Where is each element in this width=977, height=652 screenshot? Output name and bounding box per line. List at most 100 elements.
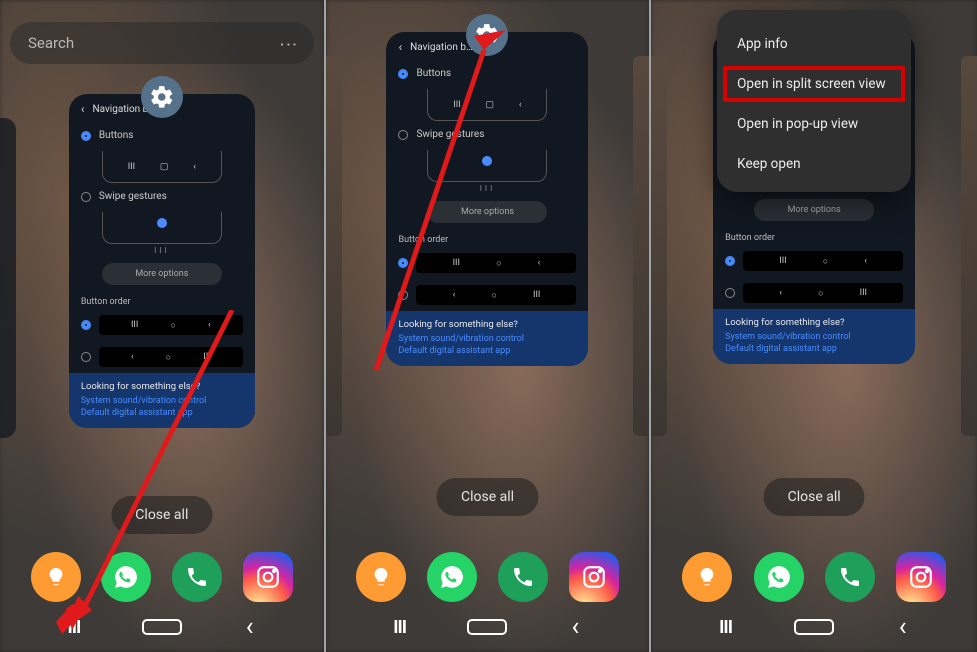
recents-search-bar[interactable]: Search ⋮ — [10, 22, 314, 64]
dock-app-tips[interactable] — [682, 552, 732, 602]
radio-order-1[interactable] — [725, 256, 735, 266]
recent-app-card-settings[interactable]: ‹ Navigation b… Buttons III▢‹ Swipe gest… — [386, 32, 588, 366]
app-badge-settings[interactable] — [141, 76, 183, 118]
card-title: Navigation b… — [410, 42, 473, 53]
menu-item-split-screen[interactable]: Open in split screen view — [723, 66, 905, 102]
more-options-button[interactable]: More options — [427, 201, 547, 223]
screenshot-panel-1: Search ⋮ ‹ Navigation b… Buttons III▢‹ — [0, 0, 326, 652]
back-chevron-icon[interactable]: ‹ — [398, 40, 402, 54]
menu-item-popup-view[interactable]: Open in pop-up view — [717, 104, 911, 144]
close-all-button[interactable]: Close all — [437, 478, 538, 516]
footer-link-assistant[interactable]: Default digital assistant app — [725, 344, 903, 354]
radio-buttons-on[interactable] — [398, 69, 408, 79]
footer-link-sound[interactable]: System sound/vibration control — [398, 334, 576, 344]
option-buttons-row[interactable]: Buttons — [69, 124, 255, 147]
dock-app-phone[interactable] — [498, 552, 548, 602]
dock-app-whatsapp[interactable] — [427, 552, 477, 602]
recent-app-card-settings[interactable]: ‹ Navigation b… Buttons III▢‹ Swipe gest… — [69, 94, 255, 428]
radio-swipe-off[interactable] — [398, 130, 408, 140]
dock-app-whatsapp[interactable] — [754, 552, 804, 602]
dock-app-instagram[interactable] — [243, 552, 293, 602]
system-nav-bar: III ‹ — [651, 612, 977, 642]
gear-icon — [474, 22, 500, 48]
nav-back-button[interactable]: ‹ — [555, 612, 595, 642]
screenshot-panel-2: ‹ Navigation b… Buttons III▢‹ Swipe gest… — [326, 0, 652, 652]
menu-item-app-info[interactable]: App info — [717, 24, 911, 64]
card-footer: Looking for something else? System sound… — [386, 311, 588, 366]
menu-item-keep-open[interactable]: Keep open — [717, 144, 911, 184]
button-order-label: Button order — [69, 293, 255, 309]
radio-order-2[interactable] — [398, 290, 408, 300]
nav-recents-button[interactable]: III — [706, 612, 746, 642]
nav-back-button[interactable]: ‹ — [230, 612, 270, 642]
option-buttons-row[interactable]: Buttons — [386, 62, 588, 85]
search-placeholder: Search — [28, 34, 74, 52]
option-buttons-label: Buttons — [99, 130, 134, 141]
footer-link-assistant[interactable]: Default digital assistant app — [398, 346, 576, 356]
order-preview-2: ‹○III — [416, 285, 576, 305]
more-icon[interactable]: ⋮ — [277, 35, 298, 51]
dock-app-instagram[interactable] — [569, 552, 619, 602]
nav-home-button[interactable] — [794, 612, 834, 642]
nav-preview-gestures — [102, 212, 222, 244]
adjacent-card-strip-right[interactable] — [633, 56, 651, 436]
radio-buttons-on[interactable] — [81, 131, 91, 141]
order-option-2[interactable]: ‹○III — [69, 341, 255, 373]
order-preview-1: III○‹ — [416, 253, 576, 273]
button-order-label: Button order — [386, 231, 588, 247]
adjacent-app-card-left[interactable] — [0, 118, 16, 438]
order-preview-1: III○‹ — [743, 251, 903, 271]
order-option-2[interactable]: ‹○III — [713, 277, 915, 309]
dock-app-tips[interactable] — [356, 552, 406, 602]
option-swipe-row[interactable]: Swipe gestures — [386, 123, 588, 146]
order-option-1[interactable]: III○‹ — [713, 245, 915, 277]
system-nav-bar: III ‹ — [326, 612, 650, 642]
more-options-button[interactable]: More options — [754, 199, 874, 221]
adjacent-card-strip-right[interactable] — [961, 56, 977, 436]
dock-app-tips[interactable] — [31, 552, 81, 602]
radio-swipe-off[interactable] — [81, 192, 91, 202]
option-buttons-label: Buttons — [416, 68, 451, 79]
radio-order-2[interactable] — [81, 352, 91, 362]
footer-link-sound[interactable]: System sound/vibration control — [725, 332, 903, 342]
nav-home-button[interactable] — [142, 612, 182, 642]
footer-title: Looking for something else? — [398, 319, 576, 330]
adjacent-card-strip-left[interactable] — [651, 56, 667, 436]
nav-back-button[interactable]: ‹ — [883, 612, 923, 642]
adjacent-card-strip-left[interactable] — [326, 56, 342, 436]
gesture-bars-icon: III — [69, 246, 255, 255]
nav-recents-button[interactable]: III — [380, 612, 420, 642]
close-all-button[interactable]: Close all — [764, 478, 865, 516]
footer-link-sound[interactable]: System sound/vibration control — [81, 396, 243, 406]
footer-link-assistant[interactable]: Default digital assistant app — [81, 408, 243, 418]
dock — [651, 552, 977, 602]
dock-app-phone[interactable] — [172, 552, 222, 602]
dock-app-phone[interactable] — [825, 552, 875, 602]
nav-preview-gestures — [427, 150, 547, 182]
option-swipe-row[interactable]: Swipe gestures — [69, 185, 255, 208]
nav-preview-buttons: III▢‹ — [427, 89, 547, 121]
app-badge-settings[interactable] — [466, 14, 508, 56]
app-context-menu: App info Open in split screen view Open … — [717, 10, 911, 192]
back-chevron-icon[interactable]: ‹ — [81, 102, 85, 116]
dock-app-whatsapp[interactable] — [101, 552, 151, 602]
more-options-button[interactable]: More options — [102, 263, 222, 285]
radio-order-1[interactable] — [398, 258, 408, 268]
nav-recents-button[interactable]: III — [54, 612, 94, 642]
dock — [0, 552, 324, 602]
order-option-2[interactable]: ‹○III — [386, 279, 588, 311]
close-all-button[interactable]: Close all — [111, 496, 212, 534]
dock-app-instagram[interactable] — [896, 552, 946, 602]
dock — [326, 552, 650, 602]
order-option-1[interactable]: III○‹ — [386, 247, 588, 279]
radio-order-1[interactable] — [81, 320, 91, 330]
footer-title: Looking for something else? — [725, 317, 903, 328]
card-footer: Looking for something else? System sound… — [713, 309, 915, 364]
system-nav-bar: III ‹ — [0, 612, 324, 642]
button-order-label: Button order — [713, 229, 915, 245]
nav-home-button[interactable] — [467, 612, 507, 642]
order-option-1[interactable]: III○‹ — [69, 309, 255, 341]
order-preview-2: ‹○III — [743, 283, 903, 303]
option-swipe-label: Swipe gestures — [99, 191, 167, 202]
radio-order-2[interactable] — [725, 288, 735, 298]
